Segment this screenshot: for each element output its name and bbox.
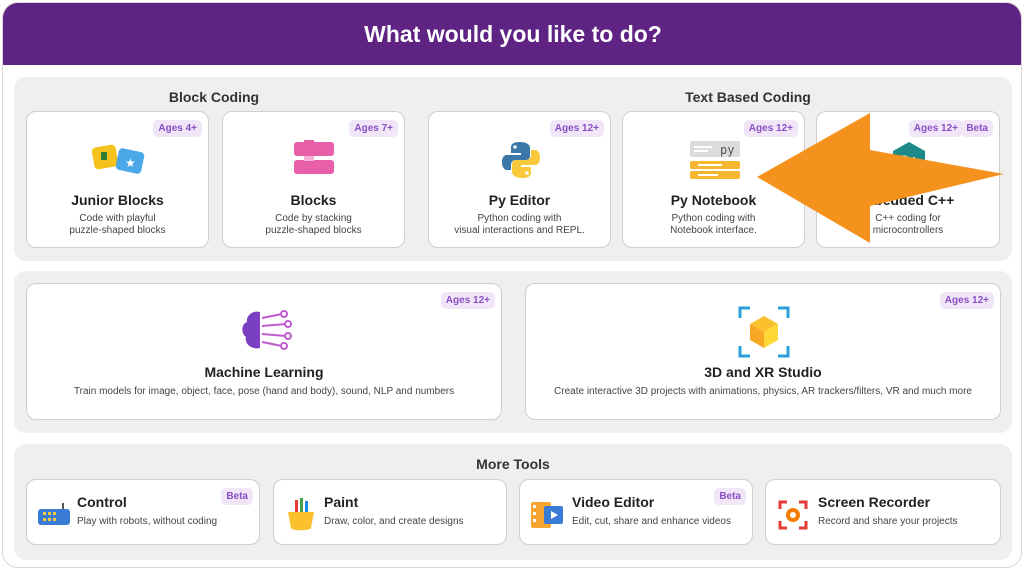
tool-desc: Edit, cut, share and enhance videos xyxy=(572,516,731,527)
notebook-icon: py xyxy=(690,141,740,179)
svg-text:C++: C++ xyxy=(898,154,929,170)
cube-icon xyxy=(738,306,790,358)
video-editor-tool-card[interactable]: Video Editor Edit, cut, share and enhanc… xyxy=(519,479,753,545)
card-desc-line2: puzzle-shaped blocks xyxy=(265,225,362,236)
age-badge: Ages 4+ xyxy=(153,120,202,137)
card-desc-line1: C++ coding for xyxy=(875,213,941,224)
video-editor-icon xyxy=(531,502,563,528)
card-desc-line2: Notebook interface. xyxy=(670,225,757,236)
card-title: 3D and XR Studio xyxy=(704,364,822,380)
card-title: Py Editor xyxy=(488,192,551,208)
beta-badge: Beta xyxy=(714,488,746,505)
cpp-icon: C++ xyxy=(893,142,929,178)
py-editor-card[interactable]: Ages 12+ Py Editor Python coding with vi… xyxy=(428,111,611,248)
tool-title: Paint xyxy=(324,494,359,510)
3d-xr-studio-card[interactable]: Ages 12+ 3D and XR Studio Create interac… xyxy=(525,283,1001,420)
app-frame: What would you like to do? Block Coding … xyxy=(2,2,1022,568)
screen-recorder-tool-card[interactable]: Screen Recorder Record and share your pr… xyxy=(765,479,1001,545)
card-desc: Train models for image, object, face, po… xyxy=(73,386,455,397)
control-tool-card[interactable]: Control Play with robots, without coding… xyxy=(26,479,260,545)
page-title: What would you like to do? xyxy=(364,20,662,47)
card-title: Junior Blocks xyxy=(71,192,164,208)
card-desc-line1: Python coding with xyxy=(671,213,756,224)
card-title: mbedded C++ xyxy=(861,192,955,208)
card-desc-line1: Code by stacking xyxy=(275,213,352,224)
py-notebook-card[interactable]: Ages 12+ py Py Notebook Python coding wi… xyxy=(622,111,805,248)
more-tools-title: More Tools xyxy=(476,456,550,472)
header-bar: What would you like to do? xyxy=(3,3,1021,65)
tool-desc: Draw, color, and create designs xyxy=(324,516,464,527)
svg-text:py: py xyxy=(720,143,734,157)
card-desc-line1: Code with playful xyxy=(79,213,156,224)
age-badge: Ages 7+ xyxy=(349,120,398,137)
text-coding-title: Text Based Coding xyxy=(685,89,811,105)
blocks-card[interactable]: Ages 7+ Blocks Code by stacking puzzle-s… xyxy=(222,111,405,248)
card-desc-line2: visual interactions and REPL. xyxy=(454,225,585,236)
block-coding-title: Block Coding xyxy=(168,89,260,105)
age-badge: Ages 12+ xyxy=(549,120,604,137)
junior-blocks-icon: ★ xyxy=(91,144,145,174)
gamepad-icon xyxy=(38,503,70,525)
card-title: Blocks xyxy=(290,192,337,208)
tool-title: Video Editor xyxy=(572,494,655,510)
beta-badge: Beta xyxy=(221,488,253,505)
age-badge: Ages 12+ xyxy=(440,292,495,309)
age-badge: Ages 12+ xyxy=(743,120,798,137)
card-desc: Create interactive 3D projects with anim… xyxy=(554,386,972,397)
card-title: Py Notebook xyxy=(670,192,757,208)
blocks-icon xyxy=(294,140,334,174)
tool-title: Screen Recorder xyxy=(818,494,931,510)
age-badge: Ages 12+ xyxy=(908,120,963,137)
screen-recorder-icon xyxy=(778,500,808,530)
beta-badge: Beta xyxy=(961,120,993,137)
embedded-cpp-card[interactable]: Ages 12+ Beta C++ mbedded C++ C++ coding… xyxy=(816,111,1000,248)
age-badge: Ages 12+ xyxy=(939,292,994,309)
junior-blocks-card[interactable]: Ages 4+ ★ Junior Blocks Code with playfu… xyxy=(26,111,209,248)
card-desc-line2: puzzle-shaped blocks xyxy=(69,225,166,236)
tool-desc: Play with robots, without coding xyxy=(77,516,218,527)
svg-text:★: ★ xyxy=(125,156,136,170)
card-title: Machine Learning xyxy=(204,364,324,380)
tool-title: Control xyxy=(77,494,127,510)
paint-bucket-icon xyxy=(288,498,314,531)
card-desc-line2: microcontrollers xyxy=(872,225,944,236)
card-desc-line1: Python coding with xyxy=(477,213,562,224)
machine-learning-card[interactable]: Ages 12+ Machine Learning Train models f… xyxy=(26,283,502,420)
python-icon xyxy=(502,142,540,178)
paint-tool-card[interactable]: Paint Draw, color, and create designs xyxy=(273,479,507,545)
brain-icon xyxy=(242,310,292,350)
tool-desc: Record and share your projects xyxy=(818,516,958,527)
